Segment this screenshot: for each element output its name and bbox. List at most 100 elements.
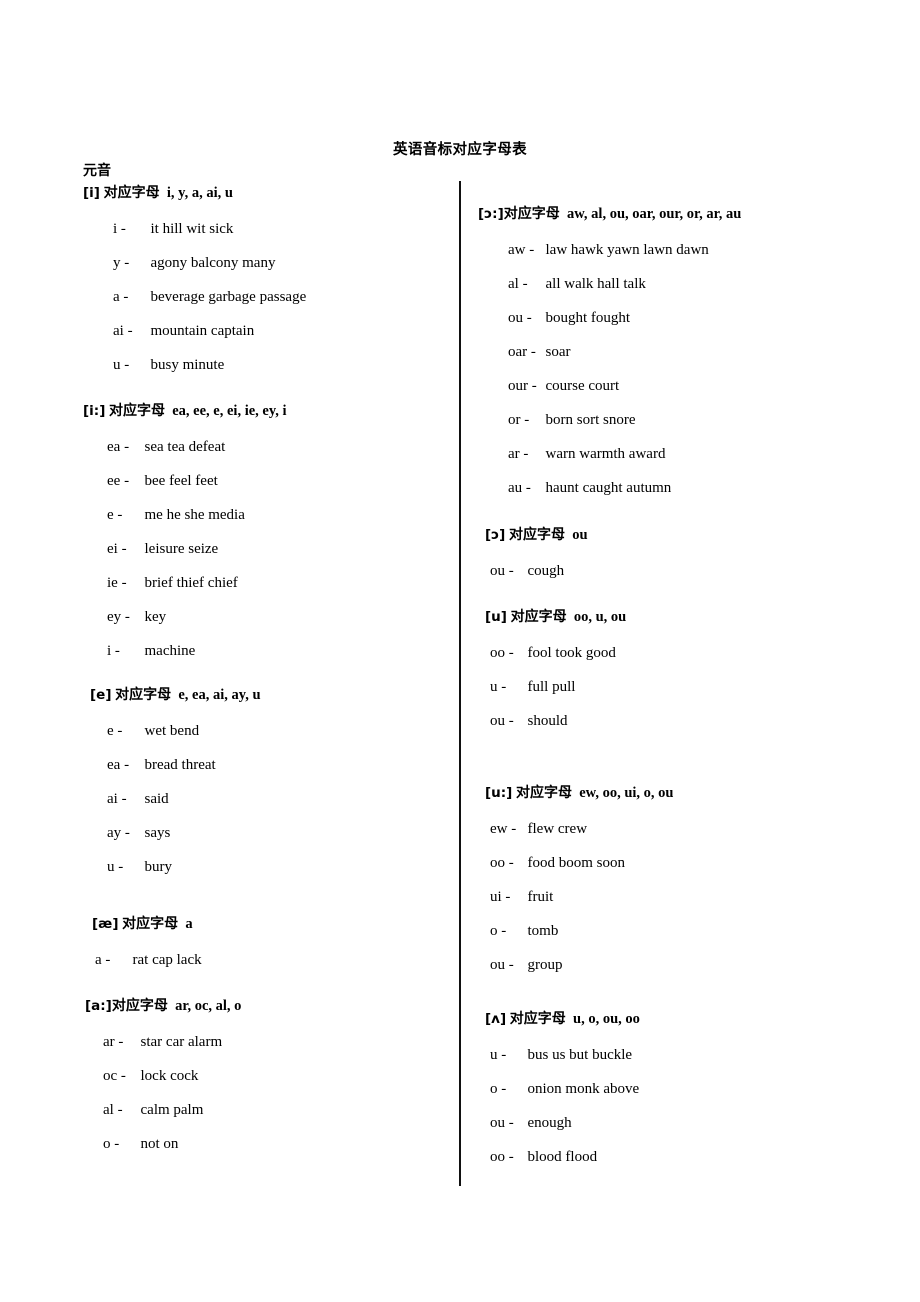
spelling-label: e - <box>107 506 123 523</box>
example-row: ou - bought fought <box>508 301 741 335</box>
spelling-label: a - <box>95 951 111 968</box>
spelling-label: u - <box>113 356 130 373</box>
corresponds-to-label: 对应字母 <box>509 1011 566 1027</box>
phoneme-block: [e] 对应字母 e, ea, ai, ay, u e - wet bend ea … <box>83 687 261 884</box>
spelling-label: ou - <box>490 1114 514 1131</box>
example-words: rat cap lack <box>132 951 202 968</box>
example-row: ea - bread threat <box>107 748 261 782</box>
spelling-label: o - <box>490 922 507 939</box>
phoneme-symbol: [u] <box>485 609 507 625</box>
example-row: ee - bee feel feet <box>107 464 287 498</box>
example-words: mountain captain <box>150 322 255 339</box>
spelling-label: au - <box>508 479 531 496</box>
example-words: group <box>527 956 563 973</box>
example-row: ou - enough <box>490 1106 640 1140</box>
example-row: u - busy minute <box>113 348 306 382</box>
example-words: calm palm <box>140 1101 204 1118</box>
example-words: wet bend <box>144 722 200 739</box>
spelling-label: al - <box>508 275 528 292</box>
spelling-label: ou - <box>490 562 514 579</box>
example-row-list: aw - law hawk yawn lawn dawn al - all wal… <box>478 233 741 505</box>
phoneme-block: [æ] 对应字母 a a - rat cap lack <box>83 916 202 977</box>
corresponds-to-label: 对应字母 <box>503 206 560 222</box>
example-words: soar <box>545 343 571 360</box>
phoneme-heading: [e] 对应字母 e, ea, ai, ay, u <box>83 687 261 704</box>
phoneme-heading: [ʌ] 对应字母 u, o, ou, oo <box>478 1011 640 1028</box>
example-words: agony balcony many <box>150 254 276 271</box>
example-words: machine <box>144 642 196 659</box>
page-canvas: 英语音标对应字母表 元音 [i] 对应字母 i, y, a, ai, u i - … <box>0 0 920 1302</box>
example-words: lock cock <box>140 1067 199 1084</box>
phoneme-symbol: [i:] <box>83 403 106 419</box>
corresponds-to-label: 对应字母 <box>515 785 572 801</box>
spelling-label: ou - <box>490 712 514 729</box>
spelling-label: ay - <box>107 824 130 841</box>
corresponds-to-label: 对应字母 <box>109 403 165 419</box>
phoneme-block: [a:]对应字母 ar, oc, al, o ar - star car alar… <box>83 998 242 1161</box>
example-row: ai - mountain captain <box>113 314 306 348</box>
example-words: says <box>144 824 171 841</box>
spelling-label: e - <box>107 722 123 739</box>
spelling-label: al - <box>103 1101 123 1118</box>
example-row: ou - cough <box>490 554 588 588</box>
example-words: blood flood <box>527 1148 598 1165</box>
example-row-list: ar - star car alarm oc - lock cock al - ca… <box>83 1025 241 1161</box>
spelling-label: u - <box>490 678 507 695</box>
example-row: u - full pull <box>490 670 626 704</box>
spelling-label: ew - <box>490 820 517 837</box>
example-row: u - bus us but buckle <box>490 1038 640 1072</box>
phoneme-symbol: [ʌ] <box>485 1011 507 1027</box>
spelling-label: or - <box>508 411 530 428</box>
spelling-label: o - <box>103 1135 120 1152</box>
example-words: born sort snore <box>545 411 636 428</box>
spelling-label: i - <box>107 642 120 659</box>
example-row: al - all walk hall talk <box>508 267 741 301</box>
example-row: oc - lock cock <box>103 1059 241 1093</box>
example-words: star car alarm <box>140 1033 223 1050</box>
example-words: said <box>144 790 169 807</box>
example-words: it hill wit sick <box>150 220 234 237</box>
example-words: haunt caught autumn <box>545 479 672 496</box>
spelling-label: u - <box>490 1046 507 1063</box>
example-row: y - agony balcony many <box>113 246 306 280</box>
spelling-label: ar - <box>508 445 529 462</box>
corresponds-to-label: 对应字母 <box>510 609 567 625</box>
example-words: cough <box>527 562 565 579</box>
example-row: al - calm palm <box>103 1093 241 1127</box>
spelling-label: ui - <box>490 888 511 905</box>
example-row-list: e - wet bend ea - bread threat ai - said ay… <box>83 714 261 884</box>
example-words: sea tea defeat <box>144 438 226 455</box>
spelling-label: oo - <box>490 1148 514 1165</box>
example-row: a - beverage garbage passage <box>113 280 306 314</box>
example-words: tomb <box>527 922 559 939</box>
phoneme-block: [ɔ:]对应字母 aw, al, ou, oar, our, or, ar, a… <box>478 206 741 505</box>
letter-spellings: ar, oc, al, o <box>167 998 242 1014</box>
phoneme-block: [u:] 对应字母 ew, oo, ui, o, ou ew - flew cre… <box>478 785 674 982</box>
phoneme-symbol: [a:] <box>85 998 112 1014</box>
spelling-label: ar - <box>103 1033 124 1050</box>
phoneme-heading: [u] 对应字母 oo, u, ou <box>478 609 626 626</box>
letter-spellings: i, y, a, ai, u <box>159 185 233 201</box>
spelling-label: oc - <box>103 1067 126 1084</box>
corresponds-to-label: 对应字母 <box>122 916 179 932</box>
spelling-label: oar - <box>508 343 536 360</box>
spelling-label: i - <box>113 220 126 237</box>
example-words: bury <box>144 858 173 875</box>
corresponds-to-label: 对应字母 <box>115 687 172 703</box>
example-row: aw - law hawk yawn lawn dawn <box>508 233 741 267</box>
example-row: ey - key <box>107 600 287 634</box>
example-row: oar - soar <box>508 335 741 369</box>
spelling-label: a - <box>113 288 129 305</box>
example-row: ei - leisure seize <box>107 532 287 566</box>
phoneme-symbol: [æ] <box>92 916 119 932</box>
example-words: enough <box>527 1114 572 1131</box>
corresponds-to-label: 对应字母 <box>508 527 565 543</box>
spelling-label: y - <box>113 254 130 271</box>
corresponds-to-label: 对应字母 <box>111 998 168 1014</box>
letter-spellings: a <box>178 916 193 932</box>
example-row: i - machine <box>107 634 287 668</box>
example-row: ar - star car alarm <box>103 1025 241 1059</box>
example-row-list: ew - flew crew oo - food boom soon ui - fr… <box>478 812 674 982</box>
example-words: bought fought <box>545 309 631 326</box>
phoneme-heading: [ɔ:]对应字母 aw, al, ou, oar, our, or, ar, a… <box>478 206 741 223</box>
